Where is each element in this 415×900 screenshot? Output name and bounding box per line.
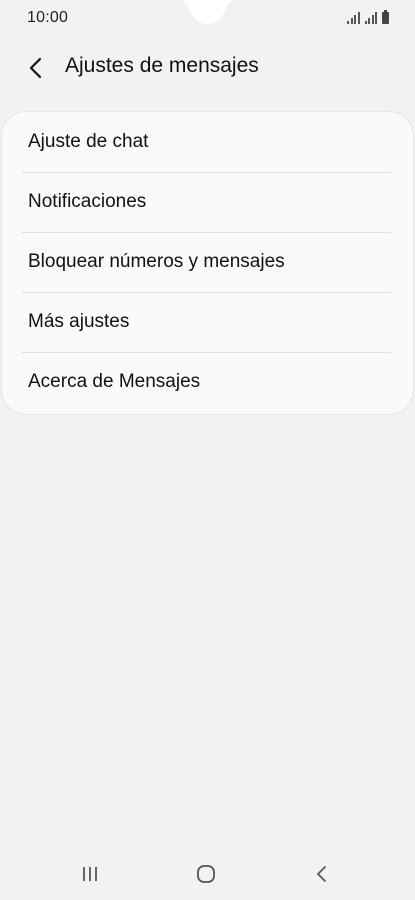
back-button[interactable] [20, 52, 52, 84]
settings-item-label: Bloquear números y mensajes [28, 251, 285, 272]
recent-apps-icon [83, 867, 97, 881]
settings-card: Ajuste de chat Notificaciones Bloquear n… [2, 112, 413, 414]
settings-item-acerca-de-mensajes[interactable]: Acerca de Mensajes [2, 352, 413, 412]
settings-item-notificaciones[interactable]: Notificaciones [2, 172, 413, 232]
settings-item-label: Acerca de Mensajes [28, 371, 201, 392]
recent-apps-button[interactable] [70, 860, 110, 888]
app-header: Ajustes de mensajes [0, 40, 415, 96]
nav-back-button[interactable] [302, 860, 342, 888]
page-title: Ajustes de mensajes [65, 54, 259, 77]
settings-item-ajuste-de-chat[interactable]: Ajuste de chat [2, 112, 413, 172]
camera-notch [180, 0, 235, 24]
settings-item-label: Notificaciones [28, 191, 147, 212]
battery-icon [382, 10, 389, 24]
status-icons [347, 10, 389, 24]
home-button[interactable] [186, 860, 226, 888]
home-icon [197, 865, 215, 883]
signal-icon [347, 12, 360, 24]
settings-item-label: Más ajustes [28, 311, 130, 332]
navigation-bar [0, 850, 415, 900]
status-time: 10:00 [27, 9, 69, 26]
back-icon [317, 866, 326, 882]
back-arrow-icon [29, 57, 42, 79]
settings-item-label: Ajuste de chat [28, 131, 149, 152]
status-bar: 10:00 [0, 0, 415, 34]
signal-icon [364, 12, 377, 24]
settings-item-bloquear-numeros[interactable]: Bloquear números y mensajes [2, 232, 413, 292]
settings-item-mas-ajustes[interactable]: Más ajustes [2, 292, 413, 352]
